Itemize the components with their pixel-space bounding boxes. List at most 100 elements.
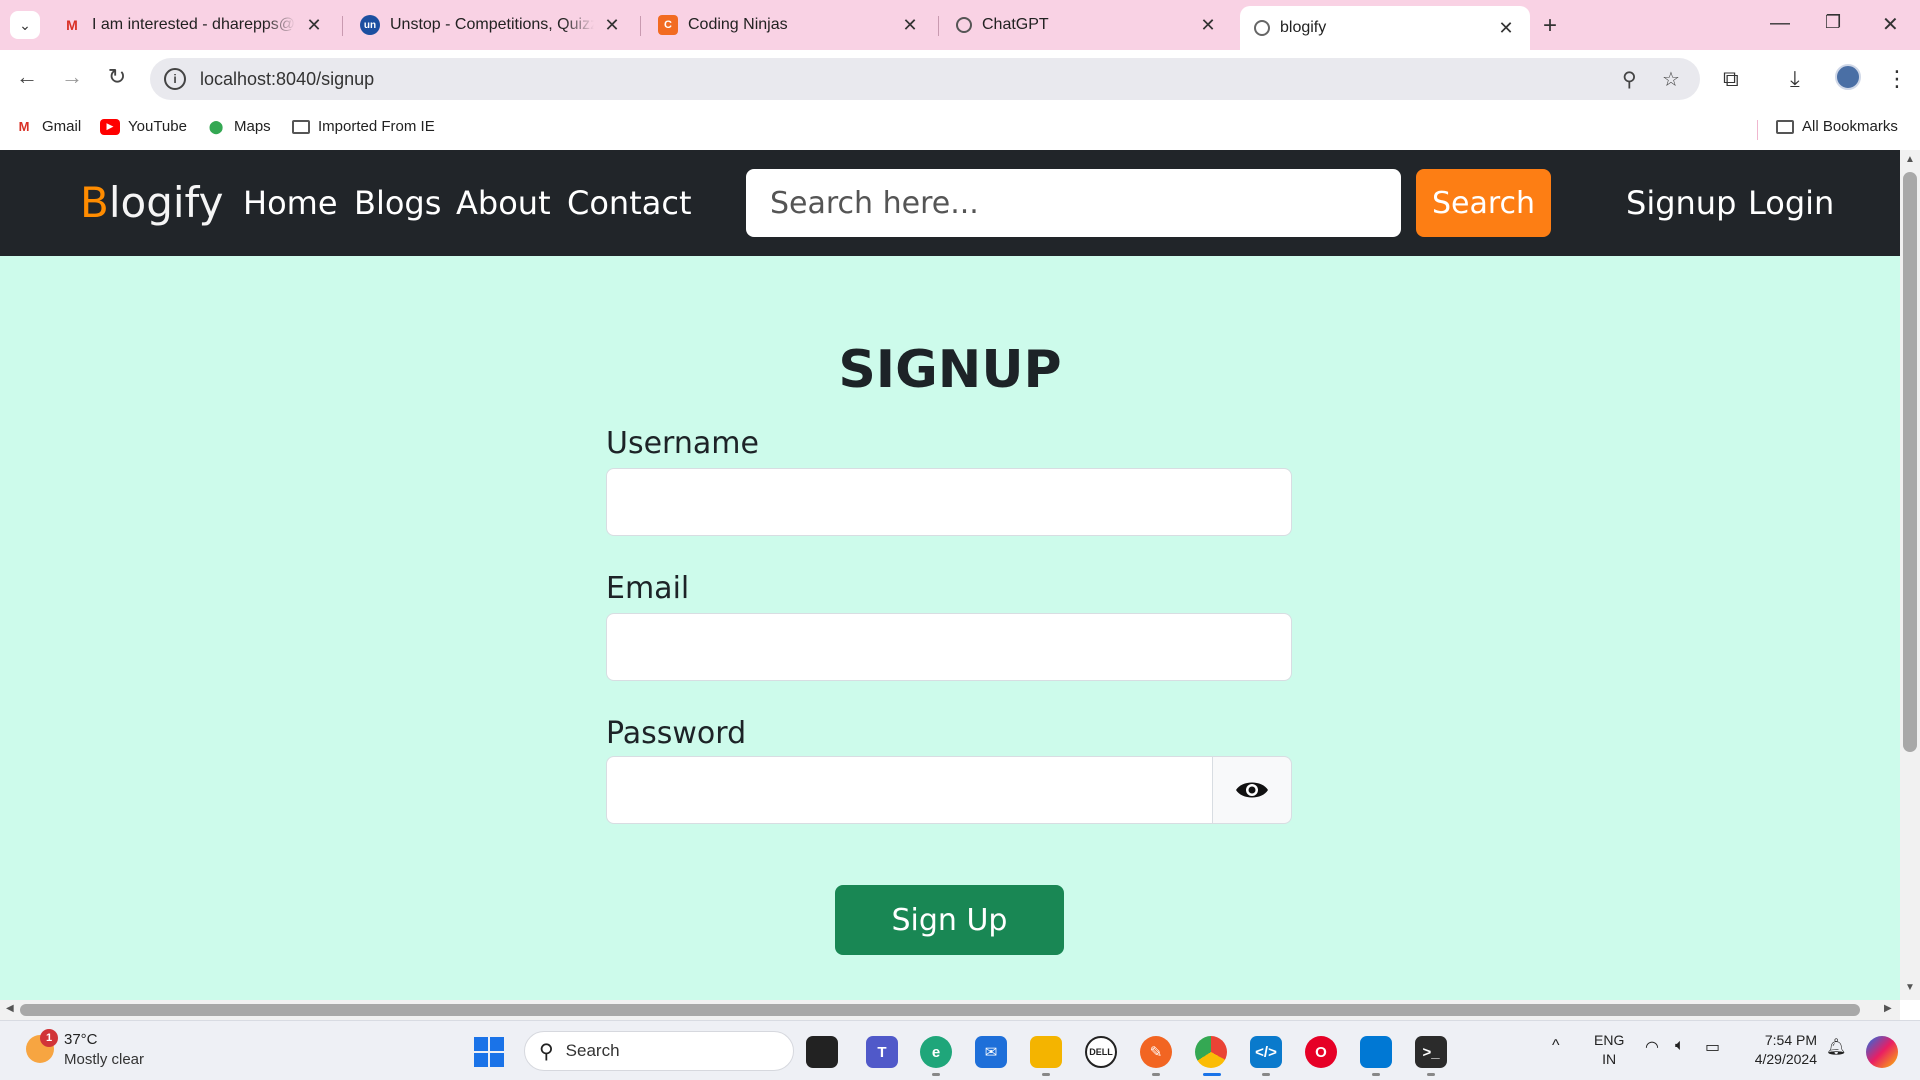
minimize-icon[interactable]: —: [1770, 12, 1790, 35]
unstop-icon: un: [360, 15, 380, 35]
active-app-indicator: [1203, 1073, 1221, 1076]
kebab-menu-icon[interactable]: ⋮: [1886, 66, 1908, 92]
windows-taskbar: 1 37°C Mostly clear ⚲ Search T e ✉ DELL …: [0, 1020, 1920, 1080]
tab-separator: [342, 16, 343, 36]
all-bookmarks[interactable]: All Bookmarks: [1776, 118, 1898, 135]
tab-chatgpt[interactable]: ChatGPT ✕: [942, 8, 1232, 42]
toggle-password-visibility-button[interactable]: [1213, 756, 1292, 824]
file-explorer-icon[interactable]: [1030, 1036, 1062, 1068]
chrome-icon[interactable]: [1195, 1036, 1227, 1068]
site-search-input[interactable]: [746, 169, 1401, 237]
bookmarks-separator: [1757, 120, 1758, 140]
nav-home-link[interactable]: Home: [243, 184, 338, 222]
close-tab-icon[interactable]: ✕: [304, 15, 324, 36]
sign-up-submit-button[interactable]: Sign Up: [835, 885, 1064, 955]
tab-blogify-active[interactable]: blogify ✕: [1240, 6, 1530, 50]
nav-blogs-link[interactable]: Blogs: [354, 184, 441, 222]
username-input[interactable]: [606, 468, 1292, 536]
email-input[interactable]: [606, 613, 1292, 681]
bookmark-gmail[interactable]: M Gmail: [14, 118, 82, 135]
horizontal-scrollbar[interactable]: ◀ ▶: [0, 1000, 1900, 1020]
bookmark-folder-imported[interactable]: Imported From IE: [292, 118, 435, 135]
language-indicator[interactable]: ENG IN: [1594, 1031, 1624, 1069]
scroll-up-arrow-icon[interactable]: ▲: [1900, 154, 1920, 165]
copilot-icon[interactable]: [1866, 1036, 1898, 1068]
tab-search-chevron-icon[interactable]: ⌄: [10, 11, 40, 39]
globe-icon: [1254, 20, 1270, 36]
bookmark-maps[interactable]: ⬤ Maps: [206, 118, 271, 135]
coding-ninjas-icon: C: [658, 15, 678, 35]
store-icon[interactable]: [1360, 1036, 1392, 1068]
dell-icon[interactable]: DELL: [1085, 1036, 1117, 1068]
page-viewport: Blogify Home Blogs About Contact Search …: [0, 150, 1900, 1000]
reload-icon[interactable]: ↻: [102, 64, 132, 90]
windows-start-icon[interactable]: [474, 1037, 504, 1067]
site-navbar: Blogify Home Blogs About Contact Search …: [0, 150, 1900, 256]
task-view-icon[interactable]: [806, 1036, 838, 1068]
terminal-icon[interactable]: >_: [1415, 1036, 1447, 1068]
tab-separator: [938, 16, 939, 36]
url-text[interactable]: localhost:8040/signup: [200, 69, 374, 90]
close-tab-icon[interactable]: ✕: [1198, 15, 1218, 36]
weather-description[interactable]: Mostly clear: [64, 1051, 144, 1068]
nav-about-link[interactable]: About: [456, 184, 551, 222]
running-indicator: [932, 1073, 940, 1076]
teams-icon[interactable]: T: [866, 1036, 898, 1068]
maps-pin-icon: ⬤: [208, 118, 224, 134]
extensions-puzzle-icon[interactable]: ⧉: [1723, 66, 1739, 92]
running-indicator: [1262, 1073, 1270, 1076]
horizontal-scroll-thumb[interactable]: [20, 1004, 1860, 1016]
bookmark-star-icon[interactable]: ☆: [1662, 67, 1680, 92]
scroll-left-arrow-icon[interactable]: ◀: [6, 1003, 14, 1014]
vertical-scroll-thumb[interactable]: [1903, 172, 1917, 752]
password-group: [606, 756, 1292, 824]
profile-avatar[interactable]: [1835, 64, 1861, 90]
password-input[interactable]: [606, 756, 1213, 824]
close-tab-icon[interactable]: ✕: [602, 15, 622, 36]
tab-coding-ninjas[interactable]: C Coding Ninjas ✕: [644, 8, 934, 42]
site-search-button[interactable]: Search: [1416, 169, 1551, 237]
nav-login-link[interactable]: Login: [1748, 184, 1834, 222]
new-tab-plus-icon[interactable]: +: [1543, 12, 1557, 40]
edge-icon[interactable]: e: [920, 1036, 952, 1068]
address-bar[interactable]: i localhost:8040/signup ⚲ ☆: [150, 58, 1700, 100]
show-hidden-icons-chevron-icon[interactable]: ^: [1552, 1037, 1560, 1055]
system-clock[interactable]: 7:54 PM 4/29/2024: [1745, 1031, 1817, 1069]
taskbar-search-box[interactable]: ⚲ Search: [524, 1031, 794, 1071]
download-icon[interactable]: ⤓: [1790, 66, 1800, 92]
vertical-scrollbar[interactable]: ▲ ▼: [1900, 150, 1920, 1000]
close-tab-icon[interactable]: ✕: [900, 15, 920, 36]
signup-title: SIGNUP: [838, 340, 1062, 400]
battery-icon[interactable]: ▭: [1705, 1037, 1720, 1057]
running-indicator: [1427, 1073, 1435, 1076]
mail-icon[interactable]: ✉: [975, 1036, 1007, 1068]
nav-signup-link[interactable]: Signup: [1626, 184, 1736, 222]
restore-icon[interactable]: ❐: [1825, 12, 1841, 33]
wifi-icon[interactable]: ◠: [1645, 1037, 1659, 1057]
running-indicator: [1152, 1073, 1160, 1076]
folder-icon: [292, 119, 310, 134]
zoom-icon[interactable]: ⚲: [1622, 67, 1637, 92]
close-window-icon[interactable]: ✕: [1882, 12, 1899, 37]
scroll-right-arrow-icon[interactable]: ▶: [1884, 1003, 1892, 1014]
opera-icon[interactable]: O: [1305, 1036, 1337, 1068]
weather-badge: 1: [40, 1029, 58, 1047]
gmail-icon: M: [66, 17, 78, 33]
notifications-bell-icon[interactable]: 🔔︎: [1826, 1037, 1846, 1057]
forward-arrow-icon[interactable]: →: [57, 64, 87, 90]
tab-gmail[interactable]: M I am interested - dharepps@gm ✕: [48, 8, 338, 42]
password-label: Password: [606, 716, 747, 751]
weather-temperature[interactable]: 37°C: [64, 1031, 98, 1048]
bookmark-youtube[interactable]: ▶ YouTube: [100, 118, 187, 135]
volume-icon[interactable]: 🔈︎: [1675, 1037, 1685, 1055]
nav-contact-link[interactable]: Contact: [567, 184, 692, 222]
close-tab-icon[interactable]: ✕: [1496, 18, 1516, 39]
brand-logo[interactable]: Blogify: [80, 178, 223, 227]
folder-icon: [1776, 119, 1794, 134]
vscode-icon[interactable]: </>: [1250, 1036, 1282, 1068]
postman-icon[interactable]: ✎: [1140, 1036, 1172, 1068]
tab-unstop[interactable]: un Unstop - Competitions, Quizze ✕: [346, 8, 636, 42]
back-arrow-icon[interactable]: ←: [12, 64, 42, 90]
scroll-down-arrow-icon[interactable]: ▼: [1900, 982, 1920, 993]
site-info-icon[interactable]: i: [164, 68, 186, 90]
